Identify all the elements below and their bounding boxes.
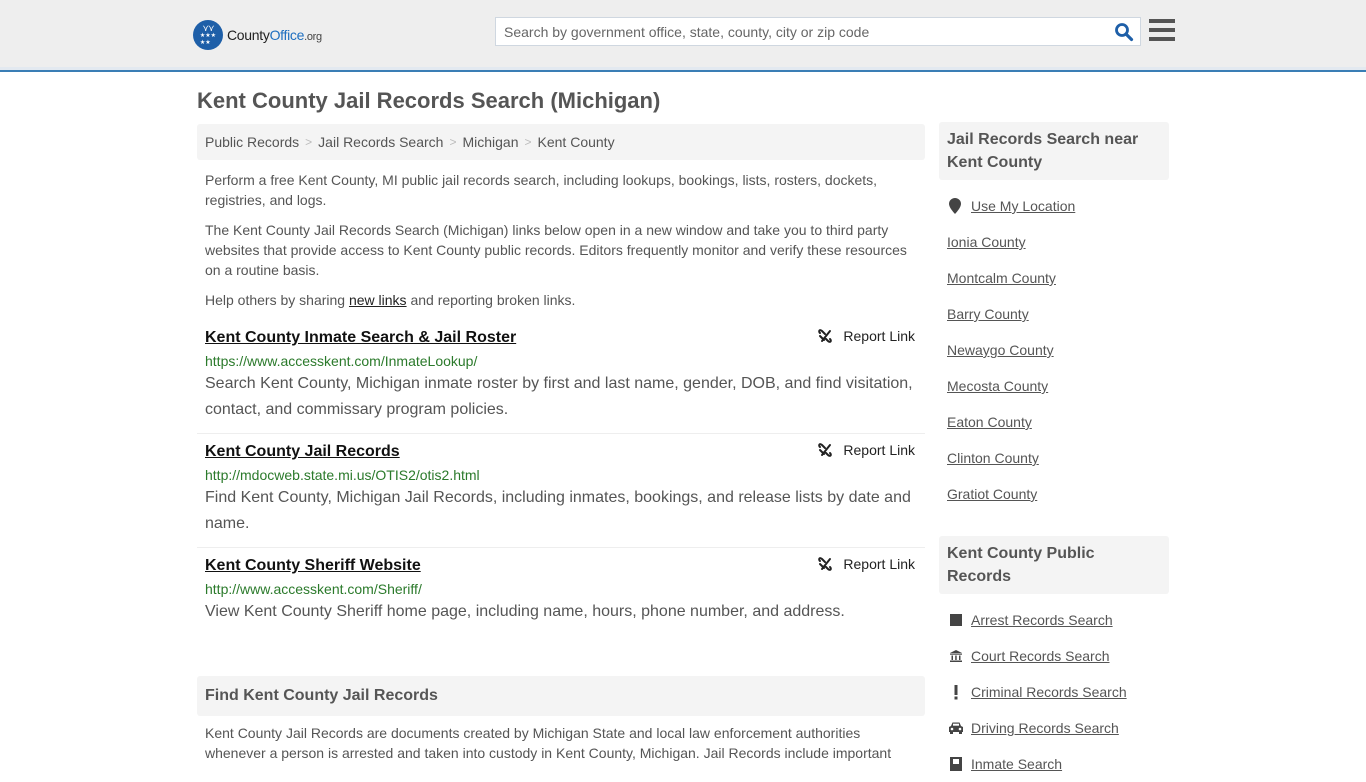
sidebar-nearby: Jail Records Search near Kent County Use… [939,122,1169,512]
intro: Perform a free Kent County, MI public ja… [197,170,925,310]
nearby-county-link[interactable]: Gratiot County [947,486,1037,502]
result-url[interactable]: https://www.accesskent.com/InmateLookup/ [205,351,917,371]
result-url[interactable]: http://www.accesskent.com/Sheriff/ [205,579,917,599]
report-link-label: Report Link [843,556,915,572]
public-record-item: Court Records Search [947,638,1161,674]
nearby-list: Use My Location Ionia County Montcalm Co… [939,188,1169,512]
site-header: ⋎⋎ ★★★ ★★ CountyOffice.org [0,0,1366,72]
hamburger-menu-button[interactable] [1149,19,1175,43]
public-record-item: Arrest Records Search [947,602,1161,638]
find-section-text: Kent County Jail Records are documents c… [205,725,892,761]
breadcrumb-kent-county[interactable]: Kent County [538,134,615,150]
report-link-button[interactable]: Report Link [817,556,915,572]
new-links-link[interactable]: new links [349,292,407,308]
inmate-search-link[interactable]: Inmate Search [971,756,1062,772]
result-description: Search Kent County, Michigan inmate rost… [205,375,913,418]
use-my-location-link[interactable]: Use My Location [971,198,1075,214]
sidebar-public-records-heading: Kent County Public Records [939,536,1169,594]
site-logo[interactable]: ⋎⋎ ★★★ ★★ CountyOffice.org [193,20,322,50]
public-records-list: Arrest Records Search Court Records Sear… [939,602,1169,782]
report-link-button[interactable]: Report Link [817,328,915,344]
use-my-location-item: Use My Location [947,188,1161,224]
breadcrumb-public-records[interactable]: Public Records [205,134,299,150]
broken-link-icon [818,329,833,343]
car-icon [947,721,965,735]
nearby-county-item: Mecosta County [947,368,1161,404]
nearby-county-link[interactable]: Ionia County [947,234,1026,250]
share-text: Help others by sharing [205,292,349,308]
public-record-item: Criminal Records Search [947,674,1161,710]
intro-paragraph: The Kent County Jail Records Search (Mic… [205,222,907,278]
result-item: Kent County Inmate Search & Jail Roster … [197,320,925,434]
menu-bar [1149,28,1175,32]
driving-records-link[interactable]: Driving Records Search [971,720,1119,736]
find-section-heading: Find Kent County Jail Records [197,676,925,716]
arrest-records-link[interactable]: Arrest Records Search [971,612,1113,628]
nearby-county-link[interactable]: Barry County [947,306,1029,322]
map-marker-icon [947,198,963,214]
public-record-item: Driving Records Search [947,710,1161,746]
courthouse-icon [947,649,965,663]
result-description: View Kent County Sheriff home page, incl… [205,603,845,620]
logo-text: CountyOffice.org [227,27,322,43]
court-records-link[interactable]: Court Records Search [971,648,1110,664]
breadcrumb-separator: > [524,135,532,149]
nearby-county-link[interactable]: Eaton County [947,414,1032,430]
nearby-county-item: Clinton County [947,440,1161,476]
result-description: Find Kent County, Michigan Jail Records,… [205,489,911,532]
exclamation-icon [947,684,965,700]
sidebar-public-records: Kent County Public Records Arrest Record… [939,536,1169,782]
menu-bar [1149,19,1175,23]
main-content: Public Records > Jail Records Search > M… [197,124,925,635]
results-list: Kent County Inmate Search & Jail Roster … [197,320,925,635]
nearby-county-link[interactable]: Newaygo County [947,342,1054,358]
result-item: Kent County Sheriff Website Report Link … [197,548,925,635]
report-link-button[interactable]: Report Link [817,442,915,458]
share-text: and reporting broken links. [406,292,576,308]
square-icon [947,613,965,627]
result-title-link[interactable]: Kent County Jail Records [205,442,400,462]
intro-paragraph: Perform a free Kent County, MI public ja… [205,172,878,208]
share-paragraph: Help others by sharing new links and rep… [205,290,917,310]
breadcrumb: Public Records > Jail Records Search > M… [197,124,925,160]
broken-link-icon [818,443,833,457]
result-item: Kent County Jail Records Report Link htt… [197,434,925,548]
nearby-county-item: Gratiot County [947,476,1161,512]
nearby-county-item: Montcalm County [947,260,1161,296]
breadcrumb-jail-records-search[interactable]: Jail Records Search [318,134,443,150]
nearby-county-item: Newaygo County [947,332,1161,368]
broken-link-icon [818,557,833,571]
nearby-county-link[interactable]: Mecosta County [947,378,1048,394]
sidebar-nearby-heading: Jail Records Search near Kent County [939,122,1169,180]
nearby-county-item: Eaton County [947,404,1161,440]
id-badge-icon [947,756,965,772]
breadcrumb-michigan[interactable]: Michigan [462,134,518,150]
search-button[interactable] [1114,22,1134,42]
search-input[interactable] [496,18,1096,45]
nearby-county-link[interactable]: Montcalm County [947,270,1056,286]
result-url[interactable]: http://mdocweb.state.mi.us/OTIS2/otis2.h… [205,465,917,485]
eagle-logo-icon: ⋎⋎ ★★★ ★★ [193,20,223,50]
report-link-label: Report Link [843,328,915,344]
breadcrumb-separator: > [305,135,313,149]
search-icon [1115,23,1134,42]
page-title: Kent County Jail Records Search (Michiga… [197,88,661,113]
menu-bar [1149,37,1175,41]
result-title-link[interactable]: Kent County Sheriff Website [205,556,421,576]
nearby-county-item: Barry County [947,296,1161,332]
report-link-label: Report Link [843,442,915,458]
nearby-county-item: Ionia County [947,224,1161,260]
result-title-link[interactable]: Kent County Inmate Search & Jail Roster [205,328,516,348]
public-record-item: Inmate Search [947,746,1161,782]
criminal-records-link[interactable]: Criminal Records Search [971,684,1127,700]
breadcrumb-separator: > [449,135,457,149]
nearby-county-link[interactable]: Clinton County [947,450,1039,466]
search-box [495,17,1141,46]
